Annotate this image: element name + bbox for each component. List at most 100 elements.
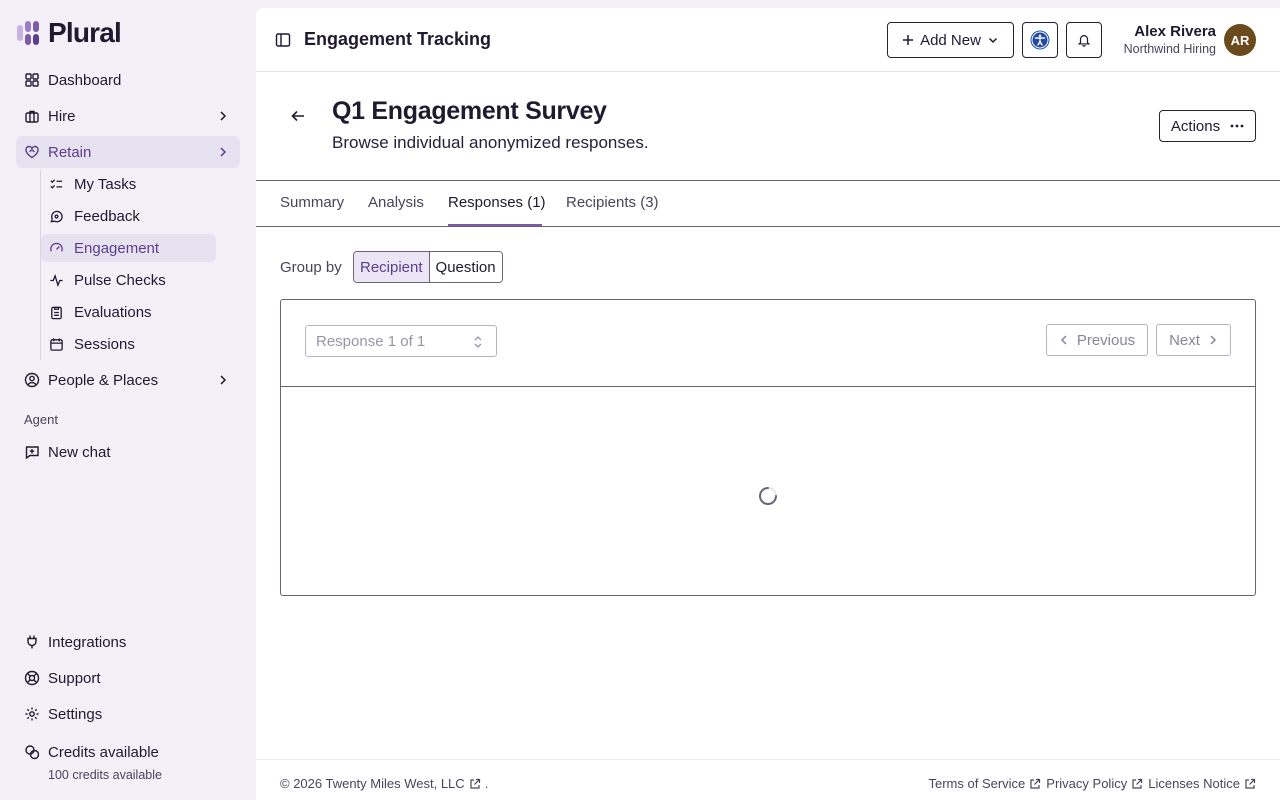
chevron-left-icon bbox=[1060, 335, 1067, 345]
external-link-icon bbox=[1030, 778, 1041, 789]
nav-item-dashboard[interactable]: Dashboard bbox=[16, 64, 240, 96]
copyright-period: . bbox=[484, 776, 489, 791]
nav-label: People & Places bbox=[48, 371, 159, 389]
group-by-recipient-button[interactable]: Recipient bbox=[354, 252, 430, 282]
sidebar-item-sessions[interactable]: Sessions bbox=[41, 330, 216, 358]
nav-item-support[interactable]: Support bbox=[16, 662, 240, 694]
external-link-icon bbox=[1132, 778, 1143, 789]
user-menu[interactable]: Alex Rivera Northwind Hiring bbox=[1124, 23, 1216, 57]
chevron-right-icon bbox=[1210, 335, 1216, 345]
chevron-down-icon bbox=[988, 37, 997, 44]
sidebar-item-label: My Tasks bbox=[74, 175, 137, 193]
accessibility-icon bbox=[1030, 30, 1050, 50]
user-name: Alex Rivera bbox=[1134, 23, 1216, 40]
credits-remaining: 100 credits available bbox=[48, 768, 162, 782]
nav-item-retain[interactable]: Retain bbox=[16, 136, 240, 168]
page-title: Q1 Engagement Survey bbox=[332, 97, 607, 125]
gear-icon bbox=[25, 707, 39, 721]
nav-label: Retain bbox=[48, 143, 92, 161]
activity-icon bbox=[50, 273, 63, 287]
tab-recipients[interactable]: Recipients (3) bbox=[566, 194, 659, 211]
avatar[interactable]: AR bbox=[1224, 24, 1256, 56]
nav-item-credits[interactable]: Credits available bbox=[16, 736, 240, 768]
calendar-icon bbox=[50, 337, 63, 351]
group-by-label: Group by bbox=[280, 259, 342, 276]
message-plus-icon bbox=[25, 446, 39, 460]
plug-icon bbox=[27, 635, 37, 649]
terms-link[interactable]: Terms of Service bbox=[928, 776, 1041, 791]
add-new-label: Add New bbox=[920, 31, 981, 49]
user-organization: Northwind Hiring bbox=[1123, 42, 1216, 56]
sidebar-item-engagement[interactable]: Engagement bbox=[41, 234, 216, 262]
nav-item-new-chat[interactable]: New chat bbox=[16, 436, 240, 468]
page-description: Browse individual anonymized responses. bbox=[332, 133, 649, 152]
plus-icon bbox=[903, 35, 914, 45]
sidebar-item-label: Feedback bbox=[74, 207, 140, 225]
licenses-label: Licenses Notice bbox=[1148, 776, 1240, 791]
chevron-right-icon bbox=[220, 147, 227, 157]
tab-summary[interactable]: Summary bbox=[280, 194, 344, 211]
brand-name: Plural bbox=[48, 17, 122, 48]
gauge-icon bbox=[50, 242, 63, 252]
response-card-header: Response 1 of 1 Previous Next bbox=[281, 300, 1255, 387]
external-link-icon[interactable] bbox=[469, 778, 481, 790]
plural-logo-icon bbox=[17, 21, 39, 45]
nav-item-settings[interactable]: Settings bbox=[16, 698, 240, 730]
footer: © 2026 Twenty Miles West, LLC . Terms of… bbox=[256, 759, 1280, 800]
next-button[interactable]: Next bbox=[1156, 324, 1231, 356]
response-selector[interactable]: Response 1 of 1 bbox=[305, 325, 497, 357]
previous-label: Previous bbox=[1076, 331, 1136, 349]
main-panel: Engagement Tracking Add New Alex Rivera … bbox=[256, 8, 1280, 800]
copyright-text: © 2026 Twenty Miles West, LLC bbox=[280, 776, 465, 791]
tab-analysis[interactable]: Analysis bbox=[368, 194, 424, 211]
sidebar-item-label: Pulse Checks bbox=[74, 271, 166, 289]
logo[interactable]: Plural bbox=[16, 17, 122, 48]
privacy-link[interactable]: Privacy Policy bbox=[1046, 776, 1143, 791]
notifications-button[interactable] bbox=[1066, 22, 1102, 58]
sidebar-toggle-icon[interactable] bbox=[275, 32, 291, 48]
terms-label: Terms of Service bbox=[928, 776, 1026, 791]
sidebar-item-my-tasks[interactable]: My Tasks bbox=[41, 170, 216, 198]
tab-responses[interactable]: Responses (1) bbox=[448, 194, 546, 211]
nav-label: Dashboard bbox=[48, 71, 122, 89]
actions-button[interactable]: Actions bbox=[1159, 110, 1256, 142]
sidebar-item-pulse-checks[interactable]: Pulse Checks bbox=[41, 266, 216, 294]
add-new-button[interactable]: Add New bbox=[887, 22, 1014, 58]
checklist-icon bbox=[50, 178, 63, 189]
group-by-toggle: Recipient Question bbox=[353, 251, 503, 283]
actions-label: Actions bbox=[1170, 117, 1221, 135]
sidebar-item-feedback[interactable]: Feedback bbox=[41, 202, 216, 230]
message-circle-icon bbox=[50, 210, 63, 222]
response-card: Response 1 of 1 Previous Next bbox=[280, 299, 1256, 596]
chevron-right-icon bbox=[220, 111, 227, 121]
tab-bar: Summary Analysis Responses (1) Recipient… bbox=[256, 181, 1280, 227]
dashboard-icon bbox=[25, 73, 39, 87]
sidebar-item-evaluations[interactable]: Evaluations bbox=[41, 298, 216, 326]
sidebar-item-label: Evaluations bbox=[74, 303, 152, 321]
sidebar: Plural Dashboard Hire Retain My Tasks Fe bbox=[0, 0, 256, 800]
sidebar-item-label: Sessions bbox=[74, 335, 135, 353]
back-arrow-icon[interactable] bbox=[290, 108, 306, 124]
previous-button[interactable]: Previous bbox=[1046, 324, 1148, 356]
nav-item-hire[interactable]: Hire bbox=[16, 100, 240, 132]
next-label: Next bbox=[1169, 331, 1200, 349]
nav-item-people-places[interactable]: People & Places bbox=[16, 364, 240, 396]
loading-spinner-icon bbox=[759, 487, 777, 505]
external-link-icon bbox=[1245, 778, 1256, 789]
nav-label: Hire bbox=[48, 107, 76, 125]
nav-item-integrations[interactable]: Integrations bbox=[16, 626, 240, 658]
licenses-link[interactable]: Licenses Notice bbox=[1148, 776, 1256, 791]
accessibility-button[interactable] bbox=[1022, 22, 1058, 58]
user-circle-icon bbox=[24, 372, 40, 388]
chevron-up-down-icon bbox=[474, 336, 482, 348]
footer-links: Terms of Service Privacy Policy Licenses… bbox=[928, 776, 1256, 791]
more-horizontal-icon bbox=[1230, 124, 1244, 128]
footer-copyright: © 2026 Twenty Miles West, LLC . bbox=[280, 776, 488, 791]
clipboard-icon bbox=[51, 306, 62, 319]
nav-label: Settings bbox=[48, 705, 103, 723]
nav-label: Credits available bbox=[48, 743, 159, 761]
chevron-right-icon bbox=[220, 375, 227, 385]
heart-handshake-icon bbox=[25, 145, 39, 159]
privacy-label: Privacy Policy bbox=[1046, 776, 1128, 791]
group-by-question-button[interactable]: Question bbox=[429, 252, 502, 282]
